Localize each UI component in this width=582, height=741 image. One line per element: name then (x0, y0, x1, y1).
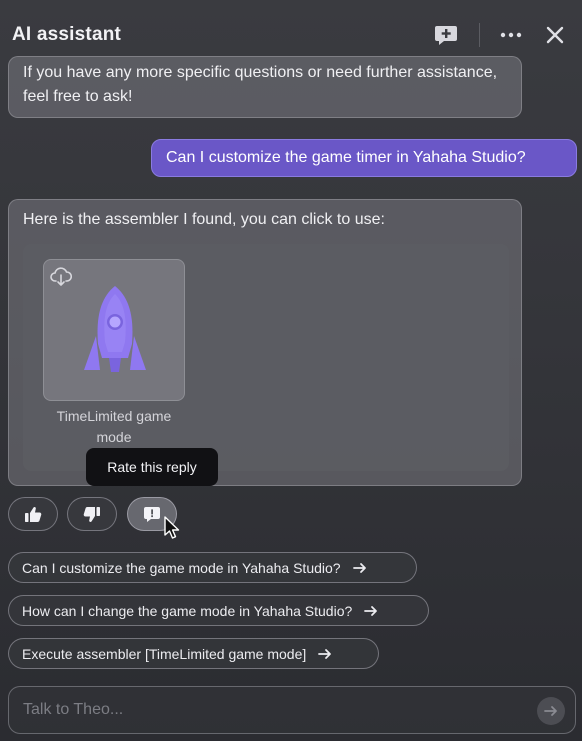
chat-input-box (8, 686, 576, 734)
suggestion-label: Can I customize the game mode in Yahaha … (22, 559, 341, 576)
cloud-download-icon[interactable] (50, 267, 72, 287)
send-arrow-icon (544, 706, 557, 716)
rate-reply-tooltip: Rate this reply (86, 448, 218, 486)
close-icon (546, 26, 564, 44)
assembler-card[interactable] (43, 259, 185, 401)
new-chat-icon (435, 26, 457, 45)
thumbs-down-icon (83, 506, 100, 522)
more-icon (500, 32, 522, 38)
suggestion-chip[interactable]: How can I change the game mode in Yahaha… (8, 595, 429, 626)
suggestion-chip[interactable]: Execute assembler [TimeLimited game mode… (8, 638, 379, 669)
panel-title: AI assistant (12, 24, 122, 45)
arrow-right-icon (352, 562, 366, 573)
assembler-panel: TimeLimited game mode (23, 244, 509, 471)
ai-message-previous-text: If you have any more specific questions … (23, 64, 498, 105)
user-message-text: Can I customize the game timer in Yahaha… (166, 149, 526, 166)
arrow-right-icon (318, 648, 332, 659)
ai-message-previous: If you have any more specific questions … (8, 56, 522, 118)
suggestion-label: How can I change the game mode in Yahaha… (22, 602, 353, 619)
more-options-button[interactable] (496, 20, 526, 50)
rocket-icon (84, 286, 146, 372)
ai-message-reply: Here is the assembler I found, you can c… (8, 199, 522, 486)
mouse-cursor-icon (164, 516, 180, 539)
header-actions (431, 20, 570, 50)
header-divider (479, 23, 480, 47)
close-button[interactable] (540, 20, 570, 50)
thumbs-up-button[interactable] (8, 497, 58, 531)
user-message: Can I customize the game timer in Yahaha… (151, 139, 577, 177)
feedback-icon (144, 506, 160, 522)
suggestion-chip[interactable]: Can I customize the game mode in Yahaha … (8, 552, 417, 583)
thumbs-down-button[interactable] (67, 497, 117, 531)
suggestion-label: Execute assembler [TimeLimited game mode… (22, 645, 307, 662)
tooltip-text: Rate this reply (107, 459, 197, 475)
thumbs-up-icon (25, 506, 42, 522)
chat-input[interactable] (23, 701, 523, 719)
new-chat-button[interactable] (431, 20, 461, 50)
arrow-right-icon (364, 605, 378, 616)
ai-reply-text: Here is the assembler I found, you can c… (23, 211, 385, 228)
assembler-name: TimeLimited game mode (56, 408, 172, 445)
send-button[interactable] (537, 697, 565, 725)
